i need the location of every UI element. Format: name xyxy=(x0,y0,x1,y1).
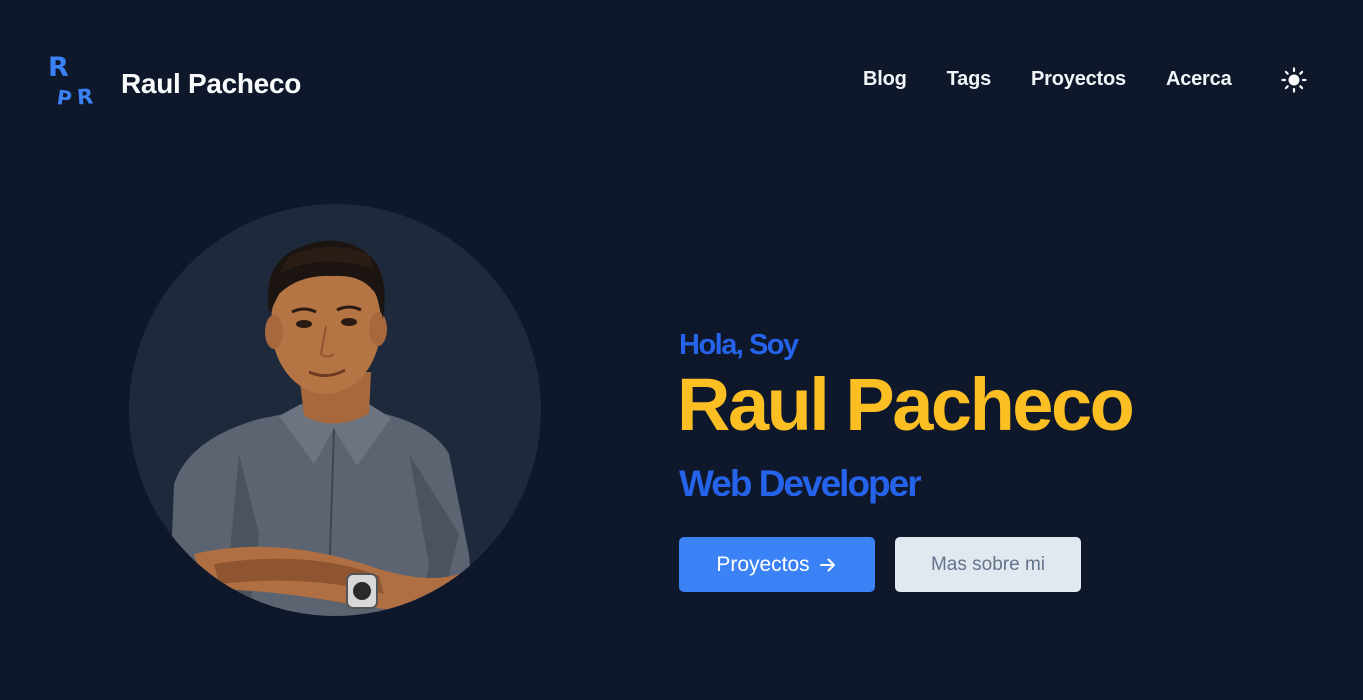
hero-role: Web Developer xyxy=(679,463,922,504)
proyectos-button-label: Proyectos xyxy=(716,552,810,576)
nav-link-tags[interactable]: Tags xyxy=(947,68,992,91)
mas-sobre-mi-button[interactable]: Mas sobre mi xyxy=(895,537,1081,592)
logo-letter: R xyxy=(48,52,69,83)
logo[interactable]: R P R xyxy=(47,52,101,111)
sun-icon xyxy=(1281,67,1307,93)
mas-sobre-mi-button-label: Mas sobre mi xyxy=(930,553,1046,575)
site-title[interactable]: Raul Pacheco xyxy=(121,68,301,100)
nav-link-blog[interactable]: Blog xyxy=(863,68,907,91)
nav-link-acerca[interactable]: Acerca xyxy=(1166,68,1232,91)
main-nav: Blog Tags Proyectos Acerca xyxy=(863,68,1272,91)
hero-name: Raul Pacheco xyxy=(677,363,1135,446)
hero-greeting: Hola, Soy xyxy=(679,329,799,361)
arrow-right-icon xyxy=(819,558,835,571)
proyectos-button[interactable]: Proyectos xyxy=(679,537,875,592)
site-header: R P R Raul Pacheco Blog Tags Proyectos A… xyxy=(0,0,1363,160)
logo-letter: R xyxy=(76,84,94,110)
logo-letter: P xyxy=(55,85,74,111)
theme-toggle-button[interactable] xyxy=(1280,66,1308,94)
nav-link-proyectos[interactable]: Proyectos xyxy=(1031,68,1126,91)
avatar xyxy=(129,204,541,616)
avatar-portrait xyxy=(169,240,474,616)
